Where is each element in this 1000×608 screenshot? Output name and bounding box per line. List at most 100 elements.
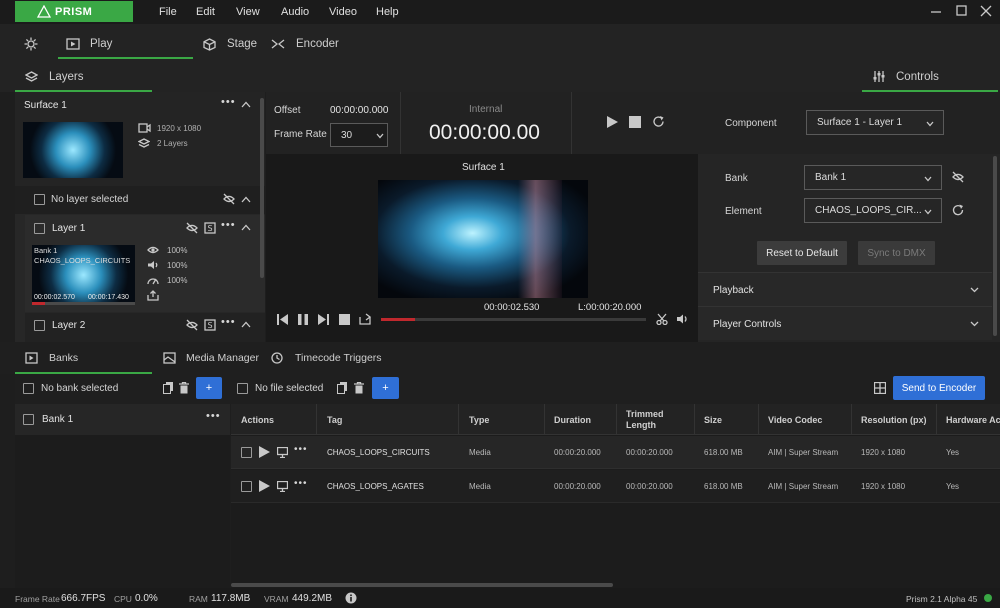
refresh-icon[interactable] [652, 115, 665, 128]
list-item[interactable]: Bank 1 ••• [15, 404, 230, 435]
menu-edit[interactable]: Edit [196, 6, 215, 18]
table-row[interactable]: ••• CHAOS_LOOPS_CIRCUITS Media 00:00:20.… [231, 436, 1000, 469]
more-icon[interactable]: ••• [206, 410, 221, 422]
tab-media-manager[interactable]: Media Manager [186, 352, 259, 364]
no-file-checkbox[interactable] [237, 383, 248, 394]
add-file-button[interactable]: + [372, 377, 399, 399]
menu-file[interactable]: File [159, 6, 177, 18]
monitor-icon[interactable] [277, 447, 288, 458]
minimize-icon[interactable] [929, 4, 943, 18]
info-icon[interactable] [345, 592, 357, 604]
hide-icon[interactable] [186, 222, 198, 234]
add-bank-button[interactable]: + [196, 377, 222, 399]
chevron-up-icon[interactable] [241, 101, 251, 108]
tab-play[interactable]: Play [58, 32, 193, 59]
play-icon[interactable] [606, 115, 619, 129]
hide-icon[interactable] [952, 171, 964, 183]
stop-icon[interactable] [339, 314, 350, 325]
no-layer-row[interactable]: No layer selected [15, 186, 265, 214]
pause-icon[interactable] [298, 314, 308, 325]
copy-icon[interactable] [337, 382, 348, 394]
bank-select[interactable]: Bank 1 [804, 165, 942, 190]
column-header-type[interactable]: Type [469, 415, 489, 425]
tab-controls[interactable]: Controls [896, 71, 939, 83]
chevron-up-icon[interactable] [241, 321, 251, 328]
column-header-resolution[interactable]: Resolution (px) [861, 415, 927, 425]
trash-icon[interactable] [354, 382, 364, 394]
controls-scrollbar[interactable] [993, 156, 997, 336]
layers-scrollbar[interactable] [260, 98, 264, 278]
skip-back-icon[interactable] [277, 314, 288, 325]
tab-encoder[interactable]: Encoder [296, 38, 339, 50]
sync-to-dmx-button[interactable]: Sync to DMX [858, 241, 935, 265]
tab-banks[interactable]: Banks [49, 352, 78, 364]
column-header-actions[interactable]: Actions [241, 415, 274, 425]
more-icon[interactable]: ••• [221, 316, 236, 328]
loop-icon[interactable] [359, 313, 372, 325]
hide-icon[interactable] [223, 193, 235, 205]
close-icon[interactable] [979, 4, 993, 18]
offset-value[interactable]: 00:00:00.000 [330, 105, 388, 116]
reset-to-default-button[interactable]: Reset to Default [757, 241, 847, 265]
column-header-tag[interactable]: Tag [327, 415, 342, 425]
element-select[interactable]: CHAOS_LOOPS_CIR... [804, 198, 942, 223]
export-icon[interactable] [147, 290, 159, 301]
play-icon[interactable] [259, 480, 270, 492]
send-to-encoder-button[interactable]: Send to Encoder [893, 376, 985, 400]
column-header-duration[interactable]: Duration [554, 415, 591, 425]
menu-audio[interactable]: Audio [281, 6, 309, 18]
layer-1-checkbox[interactable] [34, 223, 45, 234]
layer-2-card[interactable]: Layer 2 S ••• [25, 313, 265, 342]
layer-1-volume[interactable]: 100% [167, 261, 187, 270]
row-checkbox[interactable] [241, 447, 252, 458]
monitor-icon[interactable] [277, 481, 288, 492]
grid-icon[interactable] [874, 382, 886, 394]
stop-icon[interactable] [629, 116, 641, 128]
preview-video[interactable] [378, 180, 588, 298]
column-header-hardware-acc[interactable]: Hardware Acc [946, 415, 1000, 425]
no-layer-checkbox[interactable] [34, 194, 45, 205]
layer-1-card[interactable]: Layer 1 S ••• Bank 1 CHAOS_LOOPS_CIRCUIT… [25, 215, 265, 312]
solo-icon[interactable]: S [204, 319, 216, 331]
preview-progress-track[interactable] [381, 318, 646, 321]
playback-section[interactable]: Playback [698, 272, 992, 306]
scissors-icon[interactable] [656, 313, 668, 325]
trash-icon[interactable] [179, 382, 189, 394]
component-select[interactable]: Surface 1 - Layer 1 [806, 110, 944, 135]
table-horizontal-scrollbar[interactable] [231, 583, 613, 587]
bank-checkbox[interactable] [23, 414, 34, 425]
surface-card[interactable]: Surface 1 ••• 1920 x 1080 2 Layers [15, 92, 265, 186]
tab-timecode-triggers[interactable]: Timecode Triggers [295, 352, 382, 364]
menu-view[interactable]: View [236, 6, 260, 18]
column-header-video-codec[interactable]: Video Codec [768, 415, 822, 425]
volume-icon[interactable] [676, 313, 688, 325]
framerate-select[interactable]: 30 [330, 123, 388, 147]
tab-layers[interactable]: Layers [49, 71, 84, 83]
player-controls-section[interactable]: Player Controls [698, 306, 992, 340]
layer-1-opacity[interactable]: 100% [167, 246, 187, 255]
menu-video[interactable]: Video [329, 6, 357, 18]
play-icon[interactable] [259, 446, 270, 458]
menu-help[interactable]: Help [376, 6, 399, 18]
no-bank-checkbox[interactable] [23, 383, 34, 394]
layer-2-checkbox[interactable] [34, 320, 45, 331]
hide-icon[interactable] [186, 319, 198, 331]
chevron-up-icon[interactable] [241, 224, 251, 231]
refresh-icon[interactable] [952, 204, 964, 216]
more-icon[interactable]: ••• [221, 219, 236, 231]
maximize-icon[interactable] [954, 4, 968, 18]
skip-forward-icon[interactable] [318, 314, 329, 325]
more-icon[interactable]: ••• [294, 478, 308, 489]
solo-icon[interactable]: S [204, 222, 216, 234]
more-icon[interactable]: ••• [221, 96, 236, 108]
more-icon[interactable]: ••• [294, 444, 308, 455]
copy-icon[interactable] [163, 382, 174, 394]
tab-stage[interactable]: Stage [227, 38, 257, 50]
gear-icon[interactable] [24, 37, 38, 51]
table-row[interactable]: ••• CHAOS_LOOPS_AGATES Media 00:00:20.00… [231, 470, 1000, 503]
chevron-up-icon[interactable] [241, 196, 251, 203]
row-checkbox[interactable] [241, 481, 252, 492]
column-header-size[interactable]: Size [704, 415, 722, 425]
layer-1-speed[interactable]: 100% [167, 276, 187, 285]
column-header-trimmed-length[interactable]: Trimmed Length [626, 409, 676, 431]
